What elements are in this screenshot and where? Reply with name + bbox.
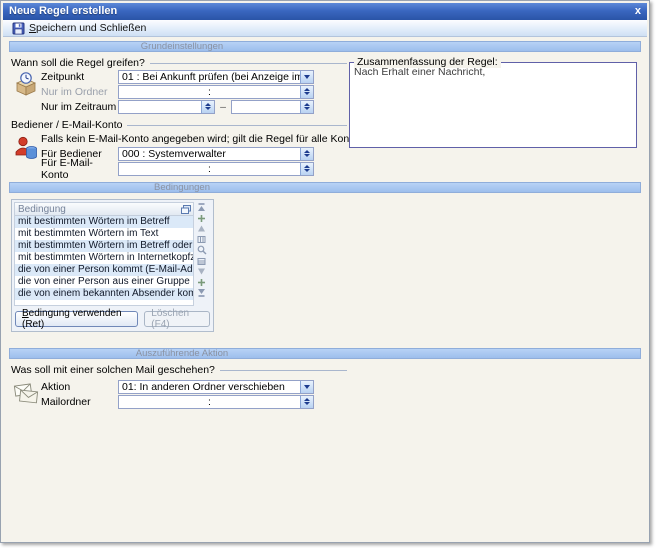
list-item[interactable]: die von einer Person aus einer Gruppe ko… <box>15 276 193 288</box>
use-condition-button[interactable]: Bedingung verwenden (Ret) <box>15 311 138 327</box>
list-item[interactable]: die von einer Person kommt (E-Mail-Adres… <box>15 264 193 276</box>
konto-field[interactable]: : <box>118 162 314 176</box>
zeitraum-from-field[interactable] <box>118 100 215 114</box>
list-item[interactable]: mit bestimmten Wörtern im Text <box>15 228 193 240</box>
zeitraum-to-field[interactable] <box>231 100 314 114</box>
aktion-label: Aktion <box>41 381 118 393</box>
spinner-icon[interactable] <box>300 163 313 175</box>
spinner-icon[interactable] <box>300 148 313 160</box>
spinner-icon[interactable] <box>201 101 214 113</box>
list-item[interactable]: mit bestimmten Wörtern im Betreff <box>15 216 193 228</box>
action-group-heading: Was soll mit einer solchen Mail geschehe… <box>11 364 349 376</box>
bediener-hint: Falls kein E-Mail-Konto angegeben wird; … <box>41 133 349 145</box>
title-bar[interactable]: Neue Regel erstellen x <box>3 3 647 20</box>
columns-icon[interactable] <box>197 235 206 244</box>
zeitraum-separator: – <box>215 101 231 113</box>
move-down-icon[interactable] <box>197 267 206 276</box>
envelopes-icon <box>13 381 40 405</box>
list-item[interactable]: mit bestimmten Wörtern in Internetkopfze… <box>15 252 193 264</box>
add-icon[interactable] <box>197 214 206 223</box>
cascade-windows-icon[interactable] <box>181 205 191 214</box>
spinner-icon[interactable] <box>300 86 313 98</box>
when-group-heading-label: Wann soll die Regel greifen? <box>11 57 145 69</box>
list-item[interactable]: die von einem bekannten Absender kommt <box>15 288 193 300</box>
ordner-field[interactable]: : <box>118 85 314 99</box>
heading-rule <box>220 370 347 371</box>
save-and-close-label: Speichern und Schließen <box>29 22 146 34</box>
dialog-window: Neue Regel erstellen x Speichern und Sch… <box>0 0 650 543</box>
when-group: Zeitpunkt 01 : Bei Ankunft prüfen (bei A… <box>11 69 349 114</box>
dropdown-arrow-icon[interactable] <box>300 71 313 83</box>
bediener-field[interactable]: 000 : Systemverwalter <box>118 147 314 161</box>
summary-legend: Zusammenfassung der Regel: <box>354 56 501 68</box>
aktion-select[interactable]: 01: In anderen Ordner verschieben <box>118 380 314 394</box>
aktion-value: 01: In anderen Ordner verschieben <box>122 381 285 393</box>
section-header-conditions: Bedingungen <box>9 182 641 193</box>
save-and-close-button[interactable]: Speichern und Schließen <box>8 21 150 36</box>
spinner-icon[interactable] <box>300 101 313 113</box>
mailordner-label: Mailordner <box>41 396 118 408</box>
zeitraum-label: Nur im Zeitraum <box>41 101 118 113</box>
scroll-bottom-icon[interactable] <box>197 288 206 297</box>
search-icon[interactable] <box>197 245 207 255</box>
action-group: Aktion 01: In anderen Ordner verschieben… <box>11 379 349 409</box>
zeitpunkt-select[interactable]: 01 : Bei Ankunft prüfen (bei Anzeige im … <box>118 70 314 84</box>
ordner-value: : <box>208 86 211 98</box>
bediener-group-heading-label: Bediener / E-Mail-Konto <box>11 119 122 131</box>
list-scroll-strip <box>194 202 209 306</box>
mailordner-value: : <box>208 396 211 408</box>
dropdown-arrow-icon[interactable] <box>300 381 313 393</box>
clock-package-icon <box>13 71 39 97</box>
delete-condition-label: Löschen (F4) <box>151 308 203 330</box>
section-header-conditions-label: Bedingungen <box>154 183 210 192</box>
bediener-group: Falls kein E-Mail-Konto angegeben wird; … <box>11 133 349 176</box>
heading-rule <box>150 63 347 64</box>
delete-condition-button: Löschen (F4) <box>144 311 210 327</box>
user-database-icon <box>13 135 39 161</box>
section-header-action-label: Auszuführende Aktion <box>136 349 228 358</box>
scroll-top-icon[interactable] <box>197 203 206 212</box>
spinner-icon[interactable] <box>300 396 313 408</box>
close-icon[interactable]: x <box>635 3 641 20</box>
conditions-header-label: Bedingung <box>18 204 66 215</box>
list-item[interactable]: mit bestimmten Wörtern im Betreff oder T… <box>15 240 193 252</box>
bediener-group-heading: Bediener / E-Mail-Konto <box>11 119 349 131</box>
mailordner-field[interactable]: : <box>118 395 314 409</box>
summary-box: Zusammenfassung der Regel: Nach Erhalt e… <box>349 62 637 148</box>
konto-value: : <box>208 163 211 175</box>
section-header-basic-label: Grundeinstellungen <box>141 42 223 51</box>
konto-label: Für E-Mail-Konto <box>41 157 118 181</box>
floppy-save-icon <box>12 22 25 35</box>
add-icon[interactable] <box>197 278 206 287</box>
conditions-panel: Bedingung mit bestimmten Wörtern im Betr… <box>11 199 214 332</box>
section-header-action: Auszuführende Aktion <box>9 348 641 359</box>
section-header-basic: Grundeinstellungen <box>9 41 641 52</box>
conditions-list[interactable]: Bedingung mit bestimmten Wörtern im Betr… <box>14 202 194 306</box>
heading-rule <box>127 125 347 126</box>
move-up-icon[interactable] <box>197 224 206 233</box>
bediener-value: 000 : Systemverwalter <box>122 148 226 160</box>
use-condition-label: Bedingung verwenden (Ret) <box>22 308 131 330</box>
conditions-list-header[interactable]: Bedingung <box>15 203 193 216</box>
toolbar: Speichern und Schließen <box>3 20 647 37</box>
when-group-heading: Wann soll die Regel greifen? <box>11 57 349 69</box>
zeitpunkt-label: Zeitpunkt <box>41 71 118 83</box>
page-title: Neue Regel erstellen <box>9 3 117 20</box>
rows-icon[interactable] <box>197 257 206 266</box>
zeitpunkt-value: 01 : Bei Ankunft prüfen (bei Anzeige im … <box>122 71 314 83</box>
action-question-label: Was soll mit einer solchen Mail geschehe… <box>11 364 215 376</box>
ordner-label: Nur im Ordner <box>41 86 118 98</box>
